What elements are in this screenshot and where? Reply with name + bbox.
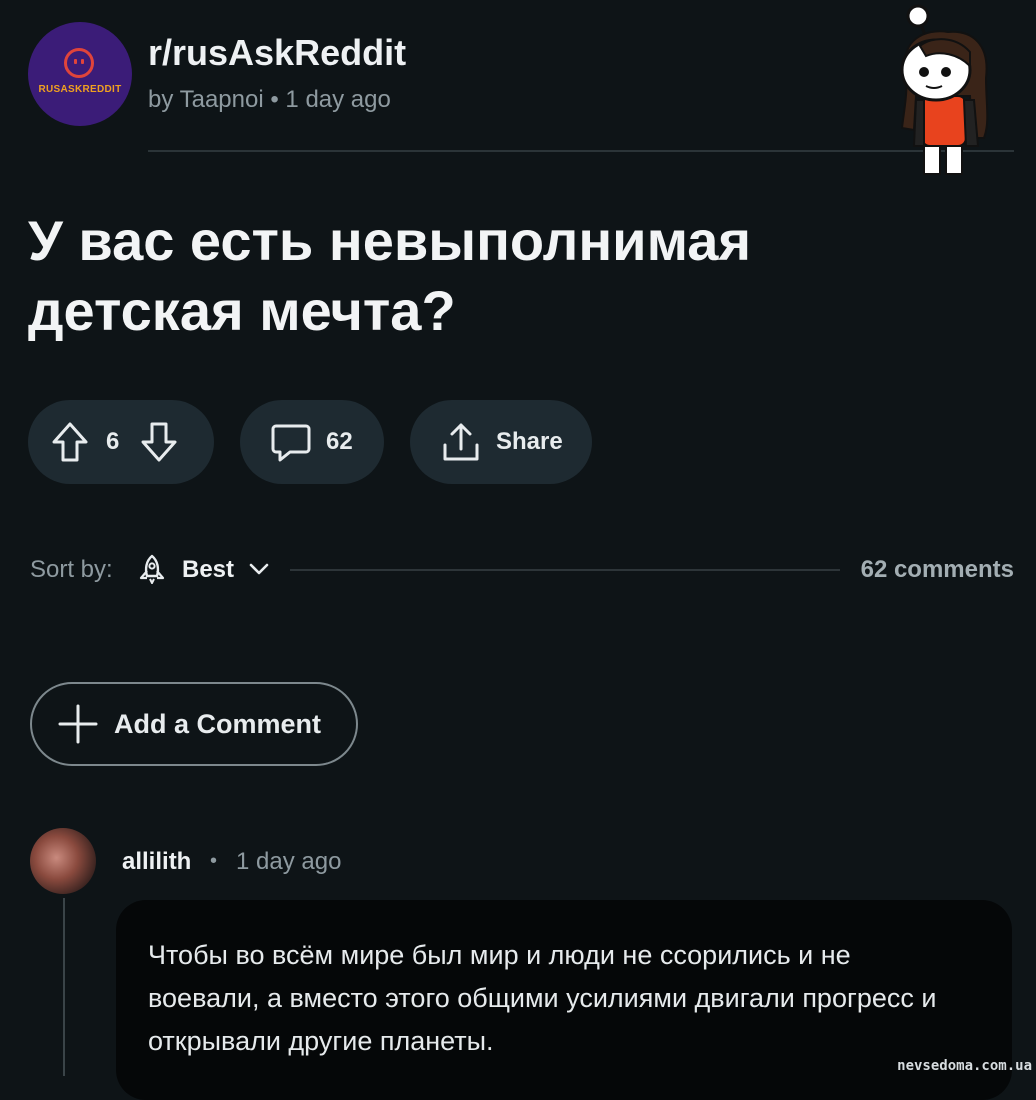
add-comment-label: Add a Comment	[114, 708, 322, 739]
comment-text: Чтобы во всём мире был мир и люди не ссо…	[148, 940, 937, 1056]
add-comment-button[interactable]: Add a Comment	[30, 682, 358, 766]
comments-count-label: 62	[326, 428, 353, 455]
share-button[interactable]: Share	[410, 400, 592, 484]
sort-label: Sort by:	[30, 556, 113, 583]
comment-thread-line[interactable]	[63, 898, 65, 1076]
comments-button[interactable]: 62	[240, 400, 384, 484]
share-icon	[443, 423, 479, 461]
commenter-avatar[interactable]	[30, 828, 96, 894]
subreddit-avatar[interactable]: RUSASKREDDIT	[28, 22, 132, 126]
user-snoo-avatar[interactable]	[886, 0, 1016, 185]
commenter-name[interactable]: allilith	[122, 848, 191, 876]
downvote-arrow-icon[interactable]	[139, 421, 179, 463]
upvote-arrow-icon[interactable]	[50, 421, 90, 463]
rocket-icon[interactable]	[138, 554, 166, 584]
post-title: У вас есть невыполнимая детская мечта?	[28, 209, 752, 342]
subreddit-name[interactable]: r/rusAskReddit	[148, 32, 406, 74]
comment-time: 1 day ago	[236, 848, 342, 875]
sort-divider	[290, 569, 840, 571]
comment-bubble-icon	[271, 424, 311, 462]
post-time: 1 day ago	[285, 86, 391, 113]
author-prefix: by	[148, 86, 174, 113]
meta-separator: •	[270, 86, 279, 113]
watermark: nevsedoma.com.ua	[897, 1058, 1032, 1074]
vote-count: 6	[106, 428, 120, 455]
comment-meta-separator: •	[210, 850, 218, 872]
share-label: Share	[496, 428, 563, 455]
vote-pill: 6	[28, 400, 214, 484]
header-divider	[148, 150, 1014, 152]
chevron-down-icon[interactable]	[248, 562, 270, 576]
author-name[interactable]: Taapnoi	[180, 86, 264, 113]
outlet-face-icon	[64, 48, 94, 78]
plus-icon	[58, 704, 98, 744]
comments-total: 62 comments	[860, 556, 1014, 583]
post-meta: by Taapnoi • 1 day ago	[148, 86, 391, 114]
subreddit-avatar-text: RUSASKREDDIT	[38, 84, 122, 95]
sort-value[interactable]: Best	[182, 556, 234, 584]
